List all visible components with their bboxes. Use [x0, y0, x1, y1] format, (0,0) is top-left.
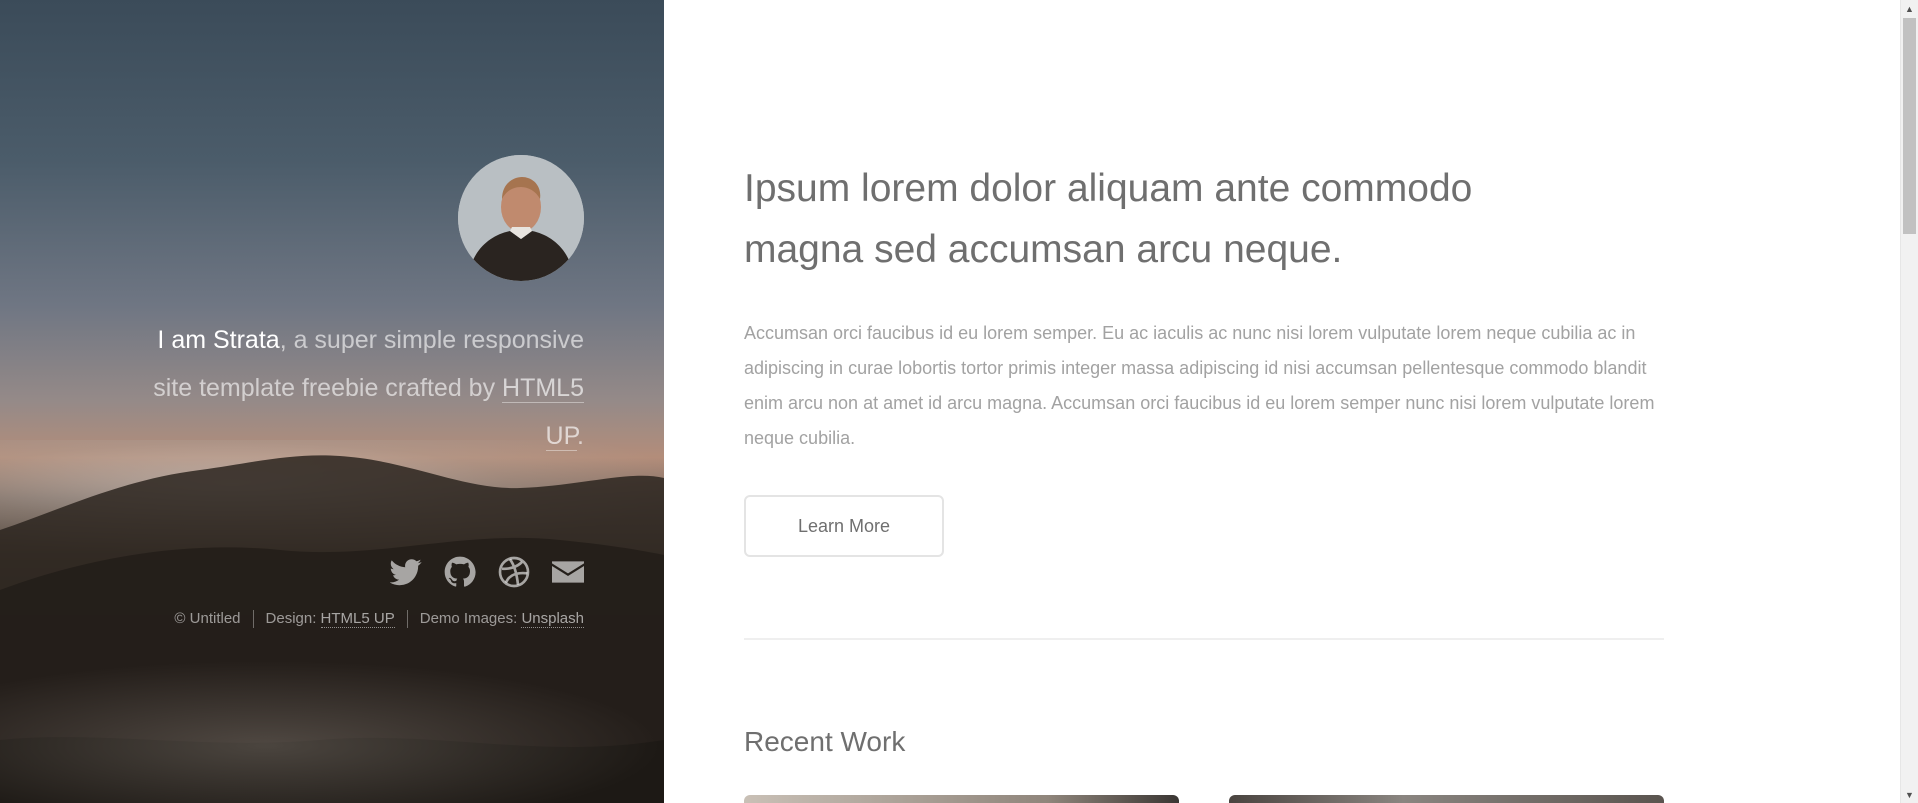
- learn-more-button[interactable]: Learn More: [744, 495, 944, 557]
- copyright: © Untitled Design: HTML5 UP Demo Images:…: [64, 610, 584, 628]
- hero-header: I am Strata, a super simple responsive s…: [0, 0, 664, 803]
- envelope-icon[interactable]: [552, 556, 584, 588]
- scroll-up-arrow-icon[interactable]: ▲: [1901, 0, 1918, 17]
- unsplash-link[interactable]: Unsplash: [521, 610, 584, 628]
- person-avatar-icon: [458, 155, 584, 281]
- dribbble-icon[interactable]: [498, 556, 530, 588]
- hero-footer: © Untitled Design: HTML5 UP Demo Images:…: [64, 556, 584, 628]
- scrollbar-thumb[interactable]: [1903, 18, 1916, 234]
- scroll-down-arrow-icon[interactable]: ▼: [1901, 786, 1918, 803]
- work-thumbnail[interactable]: [1229, 795, 1664, 803]
- page-scrollbar[interactable]: ▲ ▼: [1900, 0, 1918, 803]
- images-credit: Demo Images: Unsplash: [406, 610, 584, 628]
- hero-inner: I am Strata, a super simple responsive s…: [124, 155, 584, 460]
- intro-end: .: [577, 422, 584, 450]
- html5up-link[interactable]: HTML5 UP: [502, 374, 584, 451]
- avatar[interactable]: [458, 155, 584, 281]
- copyright-text: © Untitled: [174, 610, 241, 627]
- recent-work-heading: Recent Work: [744, 726, 906, 757]
- main-content: Ipsum lorem dolor aliquam ante commodo m…: [744, 0, 1664, 803]
- lead-paragraph: Accumsan orci faucibus id eu lorem sempe…: [744, 323, 1655, 448]
- intro-name: I am Strata: [157, 326, 280, 354]
- images-label: Demo Images:: [419, 610, 522, 627]
- social-icons: [64, 556, 584, 588]
- design-link[interactable]: HTML5 UP: [320, 610, 395, 628]
- twitter-icon[interactable]: [390, 556, 422, 588]
- work-thumbnail[interactable]: [744, 795, 1179, 803]
- intro-text: I am Strata, a super simple responsive s…: [124, 316, 584, 460]
- lead-heading: Ipsum lorem dolor aliquam ante commodo m…: [744, 167, 1473, 271]
- design-credit: Design: HTML5 UP: [252, 610, 407, 628]
- design-label: Design:: [265, 610, 321, 627]
- github-icon[interactable]: [444, 556, 476, 588]
- section-divider: [744, 638, 1664, 640]
